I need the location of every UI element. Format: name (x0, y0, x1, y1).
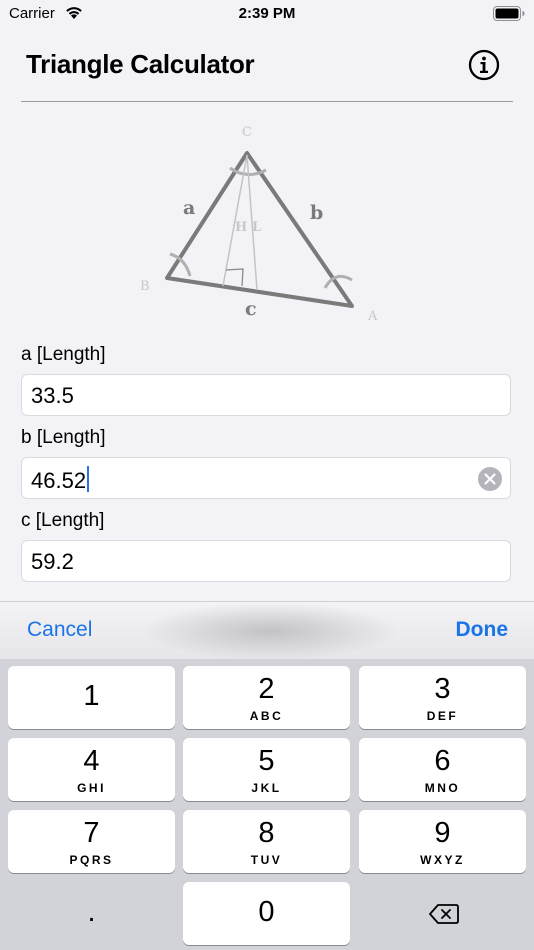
clock-time: 2:39 PM (238, 5, 296, 22)
key-digit: 7 (83, 817, 100, 849)
page-title: Triangle Calculator (26, 49, 255, 79)
key-digit: 8 (258, 817, 275, 849)
key-letters: PQRS (69, 853, 114, 867)
side-b-input[interactable]: 46.52 (21, 457, 511, 499)
key-7[interactable]: 7 PQRS (8, 810, 175, 873)
numeric-keypad: 1 2 ABC 3 DEF 4 GHI 5 JKL 6 MNO 7 PQRS 8… (0, 659, 534, 950)
height-label: H (235, 220, 247, 235)
key-digit: . (87, 896, 96, 928)
field-label-a: a [Length] (21, 344, 106, 365)
triangle-diagram: C B A a b c H L (130, 118, 400, 328)
key-1[interactable]: 1 (8, 666, 175, 729)
key-letters: DEF (426, 709, 459, 723)
key-4[interactable]: 4 GHI (8, 738, 175, 801)
key-digit: 2 (258, 673, 275, 705)
key-letters: ABC (249, 709, 284, 723)
delete-backspace-icon (429, 903, 459, 930)
key-9[interactable]: 9 WXYZ (359, 810, 526, 873)
key-6[interactable]: 6 MNO (359, 738, 526, 801)
delete-button[interactable] (359, 882, 526, 945)
header-divider (21, 101, 513, 102)
key-digit: 6 (434, 745, 451, 777)
vertex-label-c: C (242, 125, 252, 140)
field-label-b: b [Length] (21, 427, 106, 448)
side-label-a: a (183, 197, 195, 219)
side-c-value: 59.2 (31, 549, 74, 574)
key-0[interactable]: 0 (183, 882, 350, 945)
key-decimal[interactable]: . (8, 882, 175, 945)
side-b-value-wrap: 46.52 (31, 466, 90, 494)
key-8[interactable]: 8 TUV (183, 810, 350, 873)
key-letters: JKL (251, 781, 282, 795)
info-icon[interactable] (468, 49, 500, 81)
side-a-value: 33.5 (31, 383, 74, 408)
key-digit: 4 (83, 745, 100, 777)
key-2[interactable]: 2 ABC (183, 666, 350, 729)
key-letters: MNO (424, 781, 461, 795)
median-label: L (252, 220, 261, 235)
key-digit: 5 (258, 745, 275, 777)
vertex-label-b: B (140, 279, 150, 294)
keyboard-accessory-bar: Cancel Done (0, 601, 534, 660)
cancel-button[interactable]: Cancel (27, 618, 92, 642)
key-digit: 9 (434, 817, 451, 849)
field-label-c: c [Length] (21, 510, 105, 531)
key-digit: 3 (434, 673, 451, 705)
text-caret (87, 466, 90, 492)
key-letters: WXYZ (420, 853, 465, 867)
key-letters: GHI (77, 781, 106, 795)
clear-icon[interactable] (478, 467, 502, 491)
accessory-blur (140, 602, 400, 660)
battery-icon (493, 6, 525, 26)
key-5[interactable]: 5 JKL (183, 738, 350, 801)
key-digit: 0 (258, 896, 275, 928)
side-label-c: c (245, 298, 257, 320)
side-c-input[interactable]: 59.2 (21, 540, 511, 582)
key-letters: TUV (250, 853, 283, 867)
status-bar: Carrier 2:39 PM (0, 0, 534, 28)
done-button[interactable]: Done (456, 618, 509, 642)
side-label-b: b (310, 202, 323, 224)
side-b-value: 46.52 (31, 468, 87, 493)
key-digit: 1 (83, 680, 100, 712)
vertex-label-a: A (367, 309, 378, 324)
side-a-input[interactable]: 33.5 (21, 374, 511, 416)
key-3[interactable]: 3 DEF (359, 666, 526, 729)
